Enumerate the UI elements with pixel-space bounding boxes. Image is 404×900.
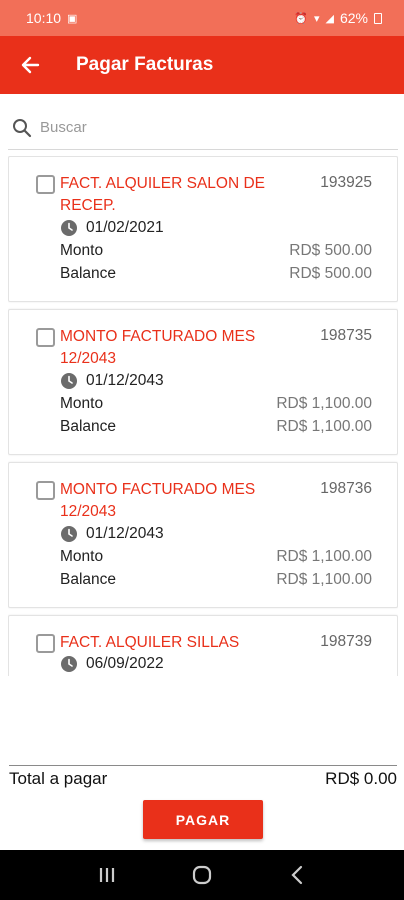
total-value: RD$ 0.00 xyxy=(325,769,397,788)
invoice-number: 193925 xyxy=(320,174,372,191)
invoice-number: 198739 xyxy=(320,633,372,650)
amount-value: RD$ 500.00 xyxy=(289,242,372,259)
invoice-number: 198735 xyxy=(320,327,372,344)
balance-label: Balance xyxy=(60,418,117,435)
invoice-title: MONTO FACTURADO MES 12/2043 xyxy=(60,481,256,520)
amount-row: Monto RD$ 500.00 xyxy=(60,242,372,260)
app-bar: Pagar Facturas xyxy=(0,36,404,94)
clock-icon xyxy=(61,220,77,236)
signal-icon: ◢ xyxy=(325,12,334,25)
amount-label: Monto xyxy=(60,548,104,565)
invoice-title: FACT. ALQUILER SALON DE RECEP. xyxy=(60,175,266,214)
arrow-left-icon xyxy=(21,56,40,74)
amount-value: RD$ 1,100.00 xyxy=(276,548,372,565)
search-input[interactable] xyxy=(40,119,370,136)
status-bar: 10:10 ▣ ⏰ ▾ ◢ 62% xyxy=(0,0,404,36)
alarm-icon: ⏰ xyxy=(294,12,308,25)
amount-row: Monto RD$ 1,100.00 xyxy=(60,395,372,413)
total-label: Total a pagar xyxy=(9,769,108,788)
amount-row: Monto RD$ 1,100.00 xyxy=(60,548,372,566)
invoice-list: FACT. ALQUILER SALON DE RECEP. 193925 01… xyxy=(8,156,398,676)
invoice-card[interactable]: MONTO FACTURADO MES 12/2043 198735 01/12… xyxy=(8,309,398,455)
search-icon xyxy=(13,118,32,137)
invoice-checkbox[interactable] xyxy=(36,634,55,653)
back-button[interactable] xyxy=(0,36,60,94)
search-bar xyxy=(8,106,398,150)
invoice-date: 06/09/2022 xyxy=(86,655,164,672)
recent-apps-icon xyxy=(100,868,115,882)
invoice-card[interactable]: FACT. ALQUILER SILLAS 198739 06/09/2022 xyxy=(8,615,398,676)
invoice-checkbox[interactable] xyxy=(36,481,55,500)
home-button[interactable] xyxy=(182,855,222,895)
invoice-card[interactable]: MONTO FACTURADO MES 12/2043 198736 01/12… xyxy=(8,462,398,608)
invoice-date: 01/12/2043 xyxy=(86,372,164,389)
invoice-date-row: 06/09/2022 xyxy=(60,655,164,673)
status-time: 10:10 xyxy=(26,10,62,26)
chevron-left-icon xyxy=(291,865,302,885)
balance-label: Balance xyxy=(60,571,117,588)
invoice-checkbox[interactable] xyxy=(36,175,55,194)
amount-value: RD$ 1,100.00 xyxy=(276,395,372,412)
wifi-icon: ▾ xyxy=(313,12,320,25)
balance-value: RD$ 1,100.00 xyxy=(276,571,372,588)
battery-percent: 62% xyxy=(339,10,368,26)
balance-row: Balance RD$ 1,100.00 xyxy=(60,418,372,436)
amount-label: Monto xyxy=(60,395,104,412)
balance-label: Balance xyxy=(60,265,117,282)
invoice-date-row: 01/12/2043 xyxy=(60,372,164,390)
gallery-notification-icon: ▣ xyxy=(67,12,78,25)
clock-icon xyxy=(61,656,77,672)
invoice-title: FACT. ALQUILER SILLAS xyxy=(60,634,240,651)
invoice-card[interactable]: FACT. ALQUILER SALON DE RECEP. 193925 01… xyxy=(8,156,398,302)
recent-apps-button[interactable] xyxy=(87,855,127,895)
balance-row: Balance RD$ 1,100.00 xyxy=(60,571,372,589)
invoice-date-row: 01/02/2021 xyxy=(60,219,164,237)
battery-icon xyxy=(374,12,382,24)
balance-row: Balance RD$ 500.00 xyxy=(60,265,372,283)
invoice-number: 198736 xyxy=(320,480,372,497)
system-nav-bar xyxy=(0,850,404,900)
amount-label: Monto xyxy=(60,242,104,259)
invoice-date-row: 01/12/2043 xyxy=(60,525,164,543)
invoice-title: MONTO FACTURADO MES 12/2043 xyxy=(60,328,256,367)
pay-button[interactable]: PAGAR xyxy=(143,800,263,839)
total-row: Total a pagar RD$ 0.00 xyxy=(9,765,397,789)
balance-value: RD$ 500.00 xyxy=(289,265,372,282)
clock-icon xyxy=(61,526,77,542)
system-back-button[interactable] xyxy=(277,855,317,895)
invoice-checkbox[interactable] xyxy=(36,328,55,347)
invoice-date: 01/12/2043 xyxy=(86,525,164,542)
clock-icon xyxy=(61,373,77,389)
invoice-date: 01/02/2021 xyxy=(86,219,164,236)
home-icon xyxy=(192,865,212,885)
page-title: Pagar Facturas xyxy=(76,54,214,75)
balance-value: RD$ 1,100.00 xyxy=(276,418,372,435)
